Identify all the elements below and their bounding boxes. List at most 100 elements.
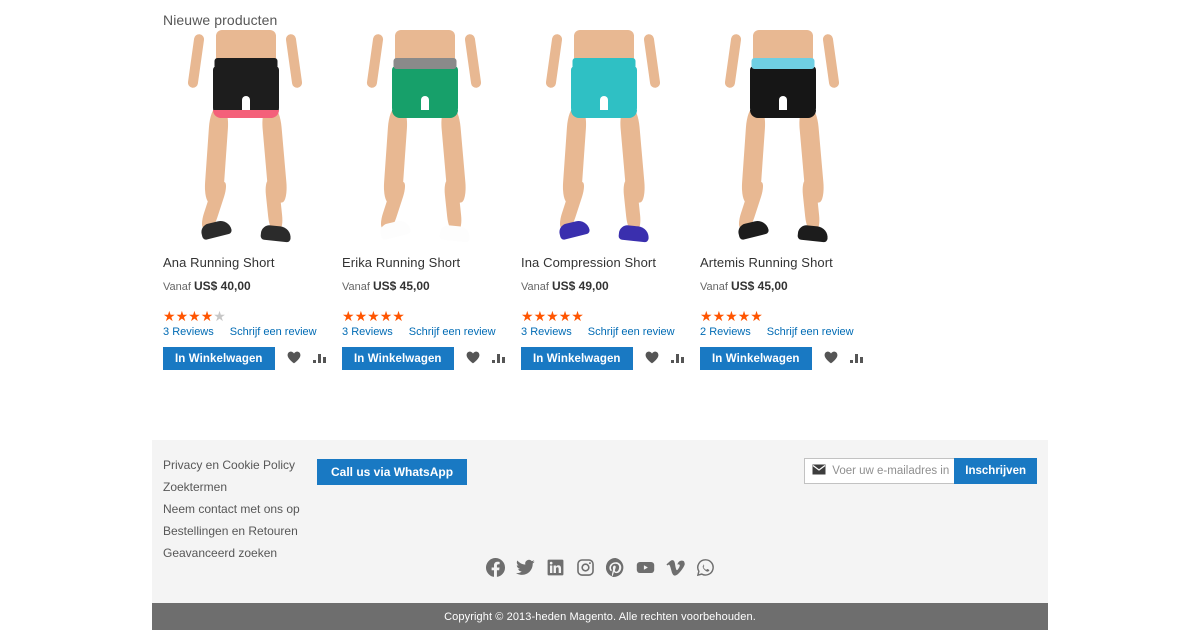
star-icon: ★ bbox=[546, 308, 559, 324]
page-root: Nieuwe producten Ana Running Short Vanaf … bbox=[0, 0, 1200, 630]
price-value: US$ 45,00 bbox=[731, 279, 788, 293]
star-icon: ★ bbox=[175, 308, 189, 324]
heart-icon bbox=[645, 351, 659, 367]
wishlist-button[interactable] bbox=[287, 351, 301, 367]
heart-icon bbox=[824, 351, 838, 367]
instagram-icon[interactable] bbox=[576, 558, 595, 577]
footer-link[interactable]: Privacy en Cookie Policy bbox=[163, 459, 300, 472]
copyright-bar: Copyright © 2013-heden Magento. Alle rec… bbox=[152, 603, 1048, 630]
model-illustration bbox=[521, 30, 687, 245]
star-icon: ★ bbox=[200, 308, 214, 324]
review-count-link[interactable]: 3 Reviews bbox=[163, 326, 214, 338]
footer: Privacy en Cookie Policy Zoektermen Neem c… bbox=[152, 440, 1048, 603]
bar-chart-icon bbox=[312, 351, 327, 366]
page-title: Nieuwe producten bbox=[163, 12, 278, 28]
product-price: Vanaf US$ 49,00 bbox=[521, 279, 700, 293]
wishlist-button[interactable] bbox=[466, 351, 480, 367]
wishlist-button[interactable] bbox=[824, 351, 838, 367]
footer-link[interactable]: Neem contact met ons op bbox=[163, 503, 300, 516]
product-price: Vanaf US$ 40,00 bbox=[163, 279, 342, 293]
rating-stars: ★★★★★ bbox=[521, 309, 700, 323]
write-review-link[interactable]: Schrijf een review bbox=[588, 326, 675, 338]
footer-link[interactable]: Bestellingen en Retouren bbox=[163, 525, 300, 538]
product-image[interactable] bbox=[700, 30, 866, 245]
add-to-cart-button[interactable]: In Winkelwagen bbox=[342, 347, 454, 370]
whatsapp-icon[interactable] bbox=[696, 558, 715, 577]
review-count-link[interactable]: 3 Reviews bbox=[342, 326, 393, 338]
write-review-link[interactable]: Schrijf een review bbox=[409, 326, 496, 338]
product-card: Ana Running Short Vanaf US$ 40,00 ★★★★★ 3 R… bbox=[163, 30, 342, 370]
price-prefix: Vanaf bbox=[342, 281, 370, 293]
star-icon: ★ bbox=[712, 308, 726, 324]
write-review-link[interactable]: Schrijf een review bbox=[230, 326, 317, 338]
review-line: 3 Reviews Schrijf een review bbox=[342, 326, 521, 338]
social-links bbox=[152, 558, 1048, 577]
star-icon: ★ bbox=[700, 308, 713, 324]
product-actions: In Winkelwagen bbox=[700, 347, 879, 370]
product-card: Artemis Running Short Vanaf US$ 45,00 ★★★★… bbox=[700, 30, 879, 370]
price-value: US$ 40,00 bbox=[194, 279, 251, 293]
rating-stars: ★★★★★ bbox=[163, 309, 342, 323]
star-icon: ★ bbox=[188, 308, 201, 324]
facebook-icon[interactable] bbox=[485, 558, 505, 577]
youtube-icon[interactable] bbox=[636, 558, 655, 577]
compare-button[interactable] bbox=[670, 351, 685, 366]
review-count-link[interactable]: 2 Reviews bbox=[700, 326, 751, 338]
star-icon: ★ bbox=[342, 308, 355, 324]
add-to-cart-button[interactable]: In Winkelwagen bbox=[521, 347, 633, 370]
product-card: Ina Compression Short Vanaf US$ 49,00 ★★★★… bbox=[521, 30, 700, 370]
wishlist-button[interactable] bbox=[645, 351, 659, 367]
rating-stars: ★★★★★ bbox=[342, 309, 521, 323]
footer-link-list: Privacy en Cookie Policy Zoektermen Neem c… bbox=[163, 459, 300, 560]
newsletter-field-wrap[interactable] bbox=[804, 458, 955, 484]
product-name[interactable]: Ina Compression Short bbox=[521, 255, 700, 271]
vimeo-icon[interactable] bbox=[665, 558, 685, 577]
product-image[interactable] bbox=[163, 30, 329, 245]
review-line: 3 Reviews Schrijf een review bbox=[521, 326, 700, 338]
add-to-cart-button[interactable]: In Winkelwagen bbox=[163, 347, 275, 370]
newsletter-email-input[interactable] bbox=[832, 465, 951, 477]
compare-button[interactable] bbox=[312, 351, 327, 366]
product-price: Vanaf US$ 45,00 bbox=[700, 279, 879, 293]
subscribe-button[interactable]: Inschrijven bbox=[954, 458, 1037, 484]
review-line: 3 Reviews Schrijf een review bbox=[163, 326, 342, 338]
star-icon: ★ bbox=[750, 308, 763, 324]
star-icon: ★ bbox=[571, 308, 584, 324]
call-via-whatsapp-button[interactable]: Call us via WhatsApp bbox=[317, 459, 468, 485]
twitter-icon[interactable] bbox=[515, 558, 535, 577]
linkedin-icon[interactable] bbox=[546, 558, 565, 577]
pinterest-icon[interactable] bbox=[605, 558, 625, 577]
product-name[interactable]: Artemis Running Short bbox=[700, 255, 879, 271]
bar-chart-icon bbox=[670, 351, 685, 366]
compare-button[interactable] bbox=[491, 351, 506, 366]
star-icon: ★ bbox=[725, 308, 738, 324]
review-count-link[interactable]: 3 Reviews bbox=[521, 326, 572, 338]
product-image[interactable] bbox=[342, 30, 508, 245]
star-icon: ★ bbox=[379, 308, 393, 324]
price-prefix: Vanaf bbox=[163, 281, 191, 293]
price-value: US$ 45,00 bbox=[373, 279, 430, 293]
footer-link[interactable]: Zoektermen bbox=[163, 481, 300, 494]
rating-stars: ★★★★★ bbox=[700, 309, 879, 323]
heart-icon bbox=[466, 351, 480, 367]
write-review-link[interactable]: Schrijf een review bbox=[767, 326, 854, 338]
product-actions: In Winkelwagen bbox=[342, 347, 521, 370]
product-actions: In Winkelwagen bbox=[163, 347, 342, 370]
product-grid: Ana Running Short Vanaf US$ 40,00 ★★★★★ 3 R… bbox=[163, 30, 879, 370]
copyright-text: Copyright © 2013-heden Magento. Alle rec… bbox=[444, 610, 756, 623]
star-icon: ★ bbox=[521, 308, 534, 324]
envelope-icon bbox=[812, 462, 826, 480]
price-prefix: Vanaf bbox=[521, 281, 549, 293]
newsletter-signup: Inschrijven bbox=[804, 458, 1037, 484]
bar-chart-icon bbox=[849, 351, 864, 366]
star-icon: ★ bbox=[354, 308, 368, 324]
compare-button[interactable] bbox=[849, 351, 864, 366]
product-name[interactable]: Erika Running Short bbox=[342, 255, 521, 271]
product-price: Vanaf US$ 45,00 bbox=[342, 279, 521, 293]
star-icon: ★ bbox=[213, 308, 226, 324]
product-image[interactable] bbox=[521, 30, 687, 245]
price-value: US$ 49,00 bbox=[552, 279, 609, 293]
model-illustration bbox=[342, 30, 508, 245]
product-name[interactable]: Ana Running Short bbox=[163, 255, 342, 271]
add-to-cart-button[interactable]: In Winkelwagen bbox=[700, 347, 812, 370]
